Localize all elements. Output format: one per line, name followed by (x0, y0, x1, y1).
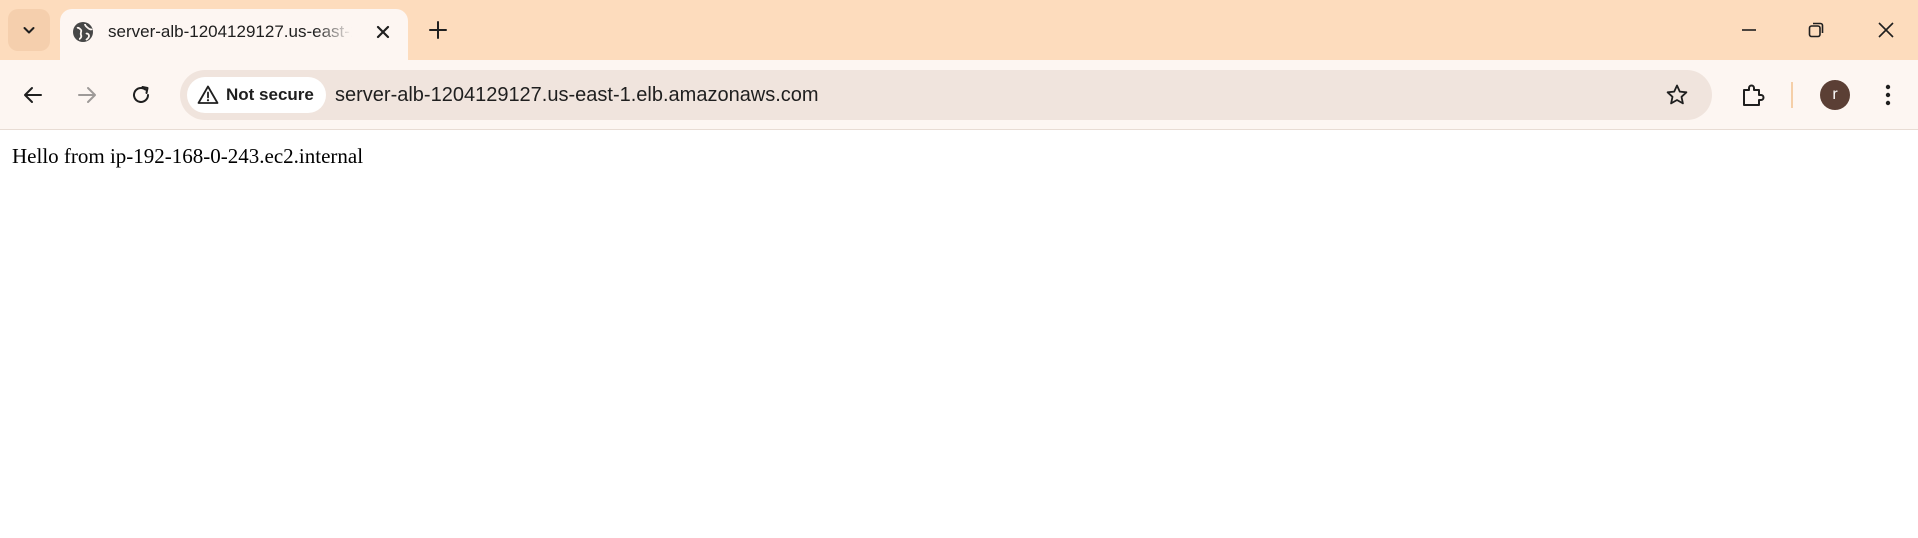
toolbar-separator (1791, 82, 1793, 108)
browser-chrome: server-alb-1204129127.us-east-1.elb.amaz… (0, 0, 1918, 130)
tab-search-button[interactable] (8, 9, 50, 51)
warning-triangle-icon (197, 84, 219, 106)
tab-strip: server-alb-1204129127.us-east-1.elb.amaz… (0, 0, 1918, 60)
toolbar: Not secure server-alb-1204129127.us-east… (0, 60, 1918, 130)
menu-button[interactable] (1873, 80, 1903, 110)
window-close-button[interactable] (1870, 14, 1902, 46)
kebab-menu-icon (1884, 83, 1892, 107)
address-bar[interactable]: Not secure server-alb-1204129127.us-east… (180, 70, 1712, 120)
active-tab[interactable]: server-alb-1204129127.us-east-1.elb.amaz… (60, 9, 408, 60)
tab-title: server-alb-1204129127.us-east-1.elb.amaz… (108, 22, 352, 41)
tab-close-button[interactable] (372, 21, 394, 43)
profile-avatar[interactable]: r (1820, 80, 1850, 110)
minimize-button[interactable] (1733, 14, 1765, 46)
security-label: Not secure (226, 85, 314, 104)
close-icon (1877, 21, 1895, 39)
page-body-text: Hello from ip-192-168-0-243.ec2.internal (12, 144, 364, 168)
close-icon (375, 24, 391, 40)
arrow-right-icon (76, 84, 98, 106)
back-button[interactable] (18, 80, 48, 110)
restore-icon (1807, 21, 1825, 39)
globe-icon (71, 20, 95, 44)
extensions-button[interactable] (1738, 80, 1768, 110)
reload-icon (130, 84, 152, 106)
arrow-left-icon (22, 84, 44, 106)
reload-button[interactable] (126, 80, 156, 110)
new-tab-button[interactable] (424, 16, 452, 44)
plus-icon (428, 20, 448, 40)
star-icon (1665, 83, 1689, 107)
restore-button[interactable] (1800, 14, 1832, 46)
forward-button[interactable] (72, 80, 102, 110)
minimize-icon (1740, 21, 1758, 39)
security-chip[interactable]: Not secure (187, 77, 326, 113)
url-text[interactable]: server-alb-1204129127.us-east-1.elb.amaz… (335, 83, 819, 107)
page-content: Hello from ip-192-168-0-243.ec2.internal (0, 130, 1918, 538)
puzzle-icon (1740, 82, 1766, 108)
bookmark-button[interactable] (1664, 82, 1690, 108)
chevron-down-icon (21, 22, 37, 38)
